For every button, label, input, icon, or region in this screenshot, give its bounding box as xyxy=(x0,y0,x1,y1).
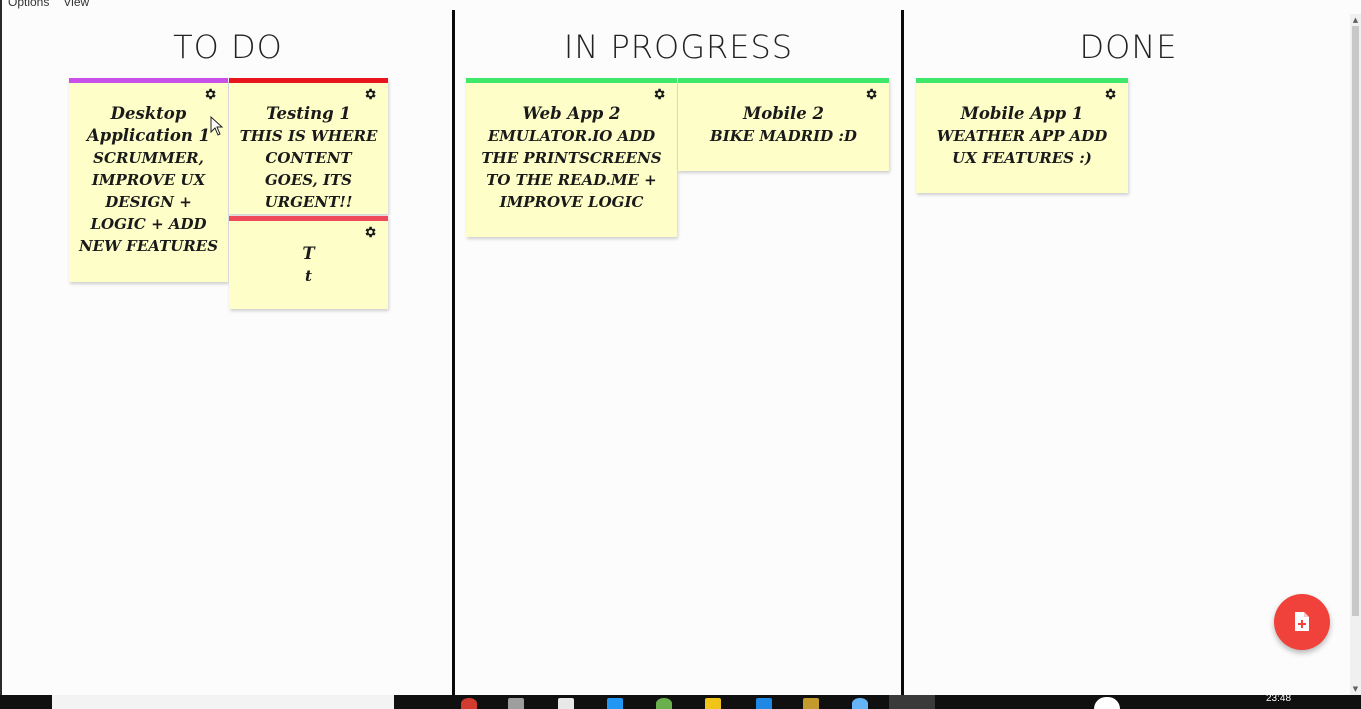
gear-icon[interactable] xyxy=(203,87,217,101)
note-content: This is where content goes, its urgent!! xyxy=(239,127,378,211)
kanban-board: TO DO Desktop Application 1 Scrummer, im… xyxy=(4,10,1352,695)
note-mobile-2[interactable]: Mobile 2 Bike Madrid :D xyxy=(678,78,889,171)
taskbar-active-app[interactable] xyxy=(889,695,935,709)
note-title: Desktop Application 1 xyxy=(86,104,211,145)
scroll-down-icon[interactable]: ▼ xyxy=(1352,685,1359,693)
taskbar-app-icon[interactable] xyxy=(508,698,524,709)
note-title: Testing 1 xyxy=(266,104,351,123)
note-title: Web App 2 xyxy=(522,104,621,123)
note-content: Scrummer, improve UX design + logic + ad… xyxy=(78,149,219,255)
column-done: DONE Mobile App 1 Weather app add UX fea… xyxy=(905,10,1352,695)
scroll-thumb[interactable] xyxy=(1352,26,1359,616)
taskbar-app-icon[interactable] xyxy=(705,698,721,709)
note-testing-1[interactable]: Testing 1 This is where content goes, it… xyxy=(229,78,388,214)
gear-icon[interactable] xyxy=(1103,87,1117,101)
gear-icon[interactable] xyxy=(363,225,377,239)
column-title-inprogress: IN PROGRESS xyxy=(563,28,794,66)
note-title: Mobile 2 xyxy=(742,104,825,123)
note-mobile-app-1[interactable]: Mobile App 1 Weather app add UX features… xyxy=(916,78,1128,193)
note-content: t xyxy=(305,267,312,285)
note-t[interactable]: T t xyxy=(229,216,388,309)
note-web-app-2[interactable]: Web App 2 Emulator.io add the printscree… xyxy=(466,78,677,237)
taskbar-app-icon[interactable] xyxy=(558,698,574,709)
taskbar-app-icon[interactable] xyxy=(656,698,672,709)
taskbar-app-icon[interactable] xyxy=(852,698,868,709)
gear-icon[interactable] xyxy=(652,87,666,101)
taskbar: 23:48 xyxy=(0,693,1361,709)
column-title-todo: TO DO xyxy=(173,28,283,66)
column-divider xyxy=(901,10,904,695)
column-inprogress: IN PROGRESS Web App 2 Emulator.io add th… xyxy=(455,10,902,695)
note-title: T xyxy=(302,244,315,263)
menu-view[interactable]: View xyxy=(63,0,89,9)
taskbar-tray-icon[interactable] xyxy=(1094,697,1120,709)
note-content: Emulator.io add the printscreens to the … xyxy=(481,127,662,211)
note-desktop-application-1[interactable]: Desktop Application 1 Scrummer, improve … xyxy=(69,78,228,282)
add-note-button[interactable] xyxy=(1274,594,1330,650)
gear-icon[interactable] xyxy=(864,87,878,101)
mouse-cursor-icon xyxy=(210,116,224,136)
note-title: Mobile App 1 xyxy=(960,104,1084,123)
gear-icon[interactable] xyxy=(363,87,377,101)
taskbar-app-icon[interactable] xyxy=(756,698,772,709)
vertical-scrollbar[interactable]: ▲ ▼ xyxy=(1350,14,1361,695)
taskbar-app-icon[interactable] xyxy=(607,698,623,709)
column-todo: TO DO Desktop Application 1 Scrummer, im… xyxy=(4,10,452,695)
menu-options[interactable]: Options xyxy=(8,0,49,9)
taskbar-app-icon[interactable] xyxy=(461,698,477,709)
taskbar-app-icon[interactable] xyxy=(803,698,819,709)
scroll-up-icon[interactable]: ▲ xyxy=(1352,16,1359,24)
app-window: Options View TO DO Desktop Application 1… xyxy=(0,0,1361,695)
note-content: Weather app add UX features :) xyxy=(936,127,1108,167)
add-note-icon xyxy=(1295,612,1309,631)
column-title-done: DONE xyxy=(1079,28,1178,66)
note-content: Bike Madrid :D xyxy=(710,127,857,145)
taskbar-search-box[interactable] xyxy=(52,695,394,709)
taskbar-clock[interactable]: 23:48 xyxy=(1266,693,1291,704)
menu-bar: Options View xyxy=(8,0,89,9)
